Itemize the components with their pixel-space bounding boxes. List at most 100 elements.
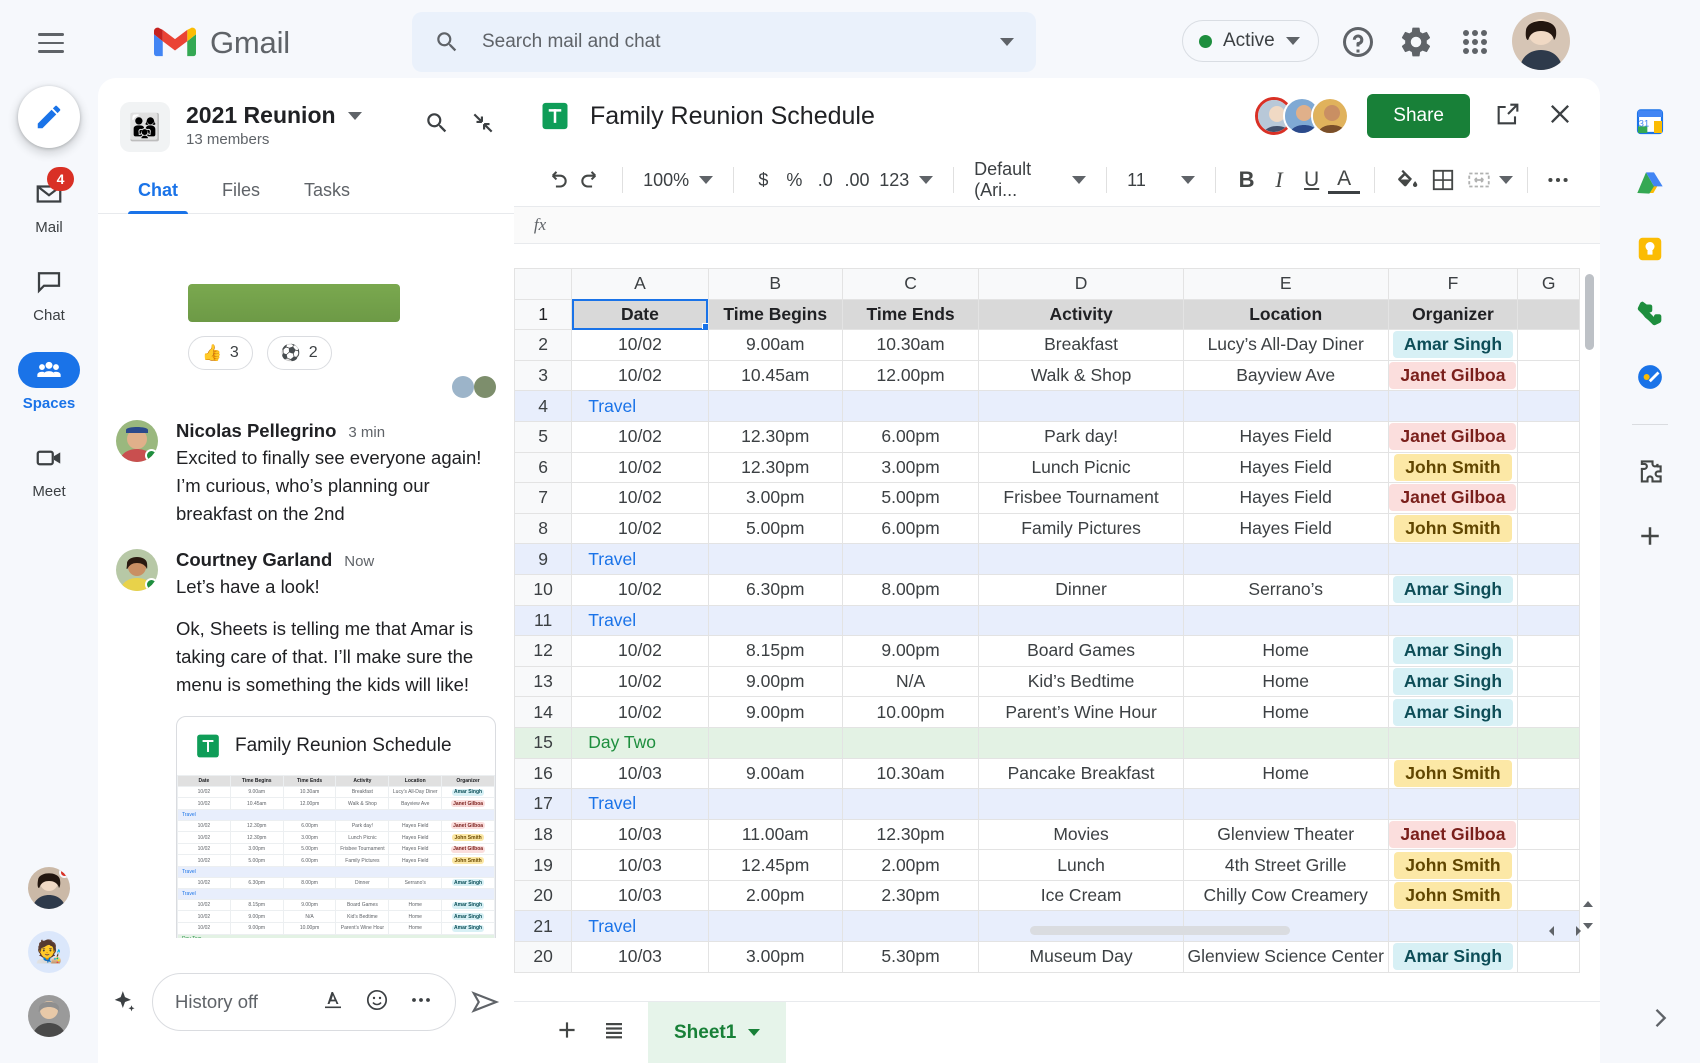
section-label-cell[interactable]: Travel bbox=[571, 604, 709, 637]
table-row[interactable]: 1 Date Time Begins Time Ends Activity Locatio… bbox=[514, 298, 1580, 331]
row-header[interactable]: 15 bbox=[514, 726, 573, 759]
tab-tasks[interactable]: Tasks bbox=[282, 170, 372, 213]
row-header[interactable]: 21 bbox=[514, 910, 573, 943]
row-header[interactable]: 7 bbox=[514, 482, 573, 514]
puzzle-addon-icon[interactable] bbox=[1633, 455, 1667, 489]
table-cell[interactable]: Hayes Field bbox=[1182, 451, 1389, 484]
row-header[interactable]: 14 bbox=[514, 696, 573, 728]
empty-cell[interactable] bbox=[841, 543, 980, 575]
percent-format-button[interactable]: % bbox=[779, 170, 810, 191]
horizontal-scroll-buttons[interactable] bbox=[1544, 923, 1586, 939]
empty-cell[interactable] bbox=[1182, 604, 1389, 637]
all-sheets-icon[interactable] bbox=[602, 1018, 626, 1047]
scrollbar-thumb[interactable] bbox=[1585, 274, 1594, 350]
empty-cell[interactable] bbox=[978, 726, 1184, 759]
column-header-g[interactable]: G bbox=[1517, 268, 1580, 300]
header-cell-date[interactable]: Date bbox=[571, 298, 709, 331]
table-cell[interactable]: Home bbox=[1182, 665, 1389, 698]
tasks-icon[interactable] bbox=[1633, 360, 1667, 394]
empty-cell[interactable] bbox=[1182, 726, 1389, 759]
horizontal-scrollbar[interactable] bbox=[1030, 926, 1290, 935]
cell-g[interactable] bbox=[1517, 420, 1580, 453]
drive-icon[interactable] bbox=[1633, 168, 1667, 202]
chevron-down-icon[interactable] bbox=[1000, 38, 1014, 46]
table-cell[interactable]: 10/02 bbox=[571, 573, 709, 606]
organizer-cell[interactable]: Amar Singh bbox=[1387, 696, 1519, 728]
organizer-cell[interactable]: Amar Singh bbox=[1387, 635, 1519, 667]
empty-cell[interactable] bbox=[1517, 390, 1580, 422]
row-header[interactable]: 8 bbox=[514, 512, 573, 545]
sheets-preview-card[interactable]: Family Reunion Schedule Date Time Begins T… bbox=[176, 716, 496, 938]
cell-g[interactable] bbox=[1517, 879, 1580, 912]
table-cell[interactable]: Hayes Field bbox=[1182, 420, 1389, 453]
cell-g[interactable] bbox=[1517, 757, 1580, 790]
column-header-b[interactable]: B bbox=[707, 268, 843, 300]
empty-cell[interactable] bbox=[978, 604, 1184, 637]
avatar[interactable] bbox=[116, 549, 158, 592]
underline-button[interactable]: U bbox=[1295, 168, 1328, 192]
row-header[interactable]: 20 bbox=[514, 941, 573, 973]
header-cell-organizer[interactable]: Organizer bbox=[1387, 298, 1519, 331]
column-header-e[interactable]: E bbox=[1182, 268, 1389, 300]
table-row[interactable]: 13 10/02 9.00pm N/A Kid’s Bedtime Home Amar Si… bbox=[514, 665, 1580, 698]
share-button[interactable]: Share bbox=[1367, 94, 1470, 138]
table-cell[interactable]: Pancake Breakfast bbox=[978, 757, 1184, 790]
format-text-icon[interactable] bbox=[321, 988, 345, 1017]
empty-cell[interactable] bbox=[1182, 788, 1389, 820]
search-icon[interactable] bbox=[424, 110, 450, 136]
currency-format-button[interactable]: $ bbox=[748, 170, 779, 191]
table-row[interactable]: 20 10/03 3.00pm 5.30pm Museum Day Glenview Sc… bbox=[514, 941, 1580, 973]
table-cell[interactable]: 8.15pm bbox=[707, 635, 843, 667]
table-cell[interactable]: Museum Day bbox=[978, 941, 1184, 973]
sparkle-icon[interactable] bbox=[112, 989, 138, 1015]
vertical-scrollbar[interactable] bbox=[1585, 274, 1594, 874]
row-header[interactable]: 18 bbox=[514, 818, 573, 851]
empty-cell[interactable] bbox=[1387, 390, 1519, 422]
empty-cell[interactable] bbox=[841, 726, 980, 759]
section-label-cell[interactable]: Travel bbox=[571, 390, 709, 422]
row-header[interactable]: 4 bbox=[514, 390, 573, 422]
cell-g[interactable] bbox=[1517, 696, 1580, 728]
table-cell[interactable]: 12.30pm bbox=[707, 451, 843, 484]
row-header[interactable]: 1 bbox=[514, 298, 573, 331]
section-label-cell[interactable]: Travel bbox=[571, 543, 709, 575]
column-header-d[interactable]: D bbox=[978, 268, 1184, 300]
empty-cell[interactable] bbox=[1387, 788, 1519, 820]
table-cell[interactable]: 12.30pm bbox=[841, 818, 980, 851]
redo-icon[interactable] bbox=[574, 167, 608, 193]
table-cell[interactable]: 3.00pm bbox=[841, 451, 980, 484]
table-cell[interactable]: 10/02 bbox=[571, 512, 709, 545]
table-row[interactable]: 16 10/03 9.00am 10.30am Pancake Breakfast Hom… bbox=[514, 757, 1580, 790]
empty-cell[interactable] bbox=[1517, 726, 1580, 759]
text-color-button[interactable]: A bbox=[1327, 166, 1361, 194]
table-cell[interactable]: Parent’s Wine Hour bbox=[978, 696, 1184, 728]
tab-files[interactable]: Files bbox=[200, 170, 282, 213]
collapse-icon[interactable] bbox=[470, 110, 496, 136]
empty-cell[interactable] bbox=[978, 543, 1184, 575]
empty-cell[interactable] bbox=[1387, 543, 1519, 575]
table-cell[interactable]: 10/03 bbox=[571, 849, 709, 881]
empty-cell[interactable] bbox=[1517, 788, 1580, 820]
table-cell[interactable]: 3.00pm bbox=[707, 941, 843, 973]
spreadsheet-grid[interactable]: ABCDEFG 1 Date Time Begins Time Ends Activit… bbox=[514, 268, 1600, 994]
cell-g[interactable] bbox=[1517, 298, 1580, 331]
table-cell[interactable]: Home bbox=[1182, 635, 1389, 667]
row-header[interactable]: 10 bbox=[514, 573, 573, 606]
cell-g[interactable] bbox=[1517, 573, 1580, 606]
organizer-cell[interactable]: John Smith bbox=[1387, 849, 1519, 881]
table-row[interactable]: 14 10/02 9.00pm 10.00pm Parent’s Wine Hour Ho… bbox=[514, 696, 1580, 728]
row-header[interactable]: 17 bbox=[514, 788, 573, 820]
table-row[interactable]: 9 Travel bbox=[514, 543, 1580, 575]
help-icon[interactable] bbox=[1340, 24, 1376, 60]
table-cell[interactable]: 2.00pm bbox=[841, 849, 980, 881]
table-cell[interactable]: 10/03 bbox=[571, 757, 709, 790]
header-cell-time-ends[interactable]: Time Ends bbox=[841, 298, 980, 331]
table-cell[interactable]: Home bbox=[1182, 696, 1389, 728]
table-cell[interactable]: 9.00am bbox=[707, 329, 843, 361]
table-cell[interactable]: Lunch Picnic bbox=[978, 451, 1184, 484]
zoom-level-select[interactable]: 100% bbox=[637, 170, 719, 191]
chevron-left-icon[interactable] bbox=[1544, 923, 1560, 939]
tab-chat[interactable]: Chat bbox=[116, 170, 200, 214]
column-header-a[interactable]: A bbox=[571, 268, 709, 300]
table-cell[interactable]: 6.00pm bbox=[841, 420, 980, 453]
